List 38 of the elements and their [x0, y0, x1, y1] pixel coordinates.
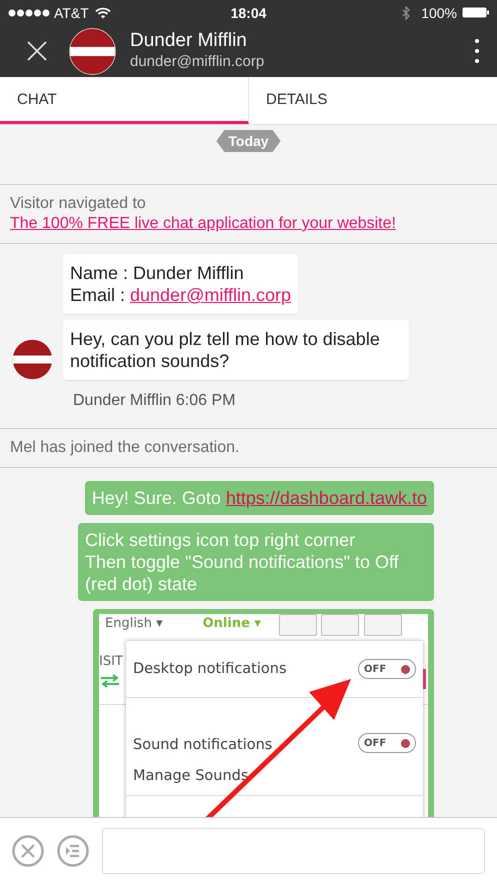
contact-email: dunder@mifflin.corp [130, 52, 264, 72]
contact-name: Dunder Mifflin [130, 30, 248, 52]
menu-item[interactable]: Desktop notifications [133, 661, 287, 677]
system-notice: Visitor navigated to The 100% FREE live chat application for your website! [10, 195, 396, 232]
menu-item[interactable]: Manage Sounds [133, 768, 248, 784]
signal-icon [8, 8, 51, 16]
more-icon [475, 39, 479, 63]
message-input[interactable] [102, 828, 485, 874]
clock-time: 18:04 [230, 4, 266, 20]
end-chat-button[interactable] [12, 834, 44, 866]
bluetooth-icon [402, 6, 410, 20]
battery-percent: 100% [421, 4, 457, 20]
close-icon [27, 41, 47, 61]
menu-item[interactable]: Sound notifications [133, 737, 272, 753]
message-text: Click settings icon top right corner Then toggle "Sound notifications" to Off (red dot) state [85, 530, 399, 594]
email-field: Email : dunder@mifflin.corp [70, 285, 292, 305]
wifi-icon [94, 6, 111, 18]
email-link[interactable]: dunder@mifflin.corp [130, 285, 292, 305]
avatar [69, 28, 116, 74]
visitor-avatar [12, 339, 53, 380]
tab[interactable]: CHAT [0, 77, 249, 124]
name-field: Name : Dunder Mifflin [70, 263, 244, 283]
message-text: Hey, can you plz tell me how to disable notification sounds? [70, 329, 380, 371]
close-icon [12, 834, 44, 866]
system-notice: Mel has joined the conversation. [10, 439, 240, 456]
message-text: Hey! Sure. Goto https://dashboard.tawk.to [92, 488, 427, 508]
date-label: Today [216, 130, 281, 152]
toggle-switch[interactable]: OFF [358, 733, 416, 753]
toggle-switch[interactable]: OFF [358, 659, 416, 679]
battery-icon [462, 7, 489, 18]
carrier-name: AT&T [54, 4, 89, 20]
language-dropdown[interactable]: English ▾ [105, 616, 163, 630]
tab-fragment: ISIT [99, 654, 123, 669]
shortcuts-button[interactable] [57, 834, 89, 866]
message-meta: Dunder Mifflin 6:06 PM [73, 392, 236, 410]
transfer-icon [99, 674, 121, 688]
list-icon [57, 834, 89, 866]
page-link[interactable]: The 100% FREE live chat application for your website! [10, 215, 396, 232]
